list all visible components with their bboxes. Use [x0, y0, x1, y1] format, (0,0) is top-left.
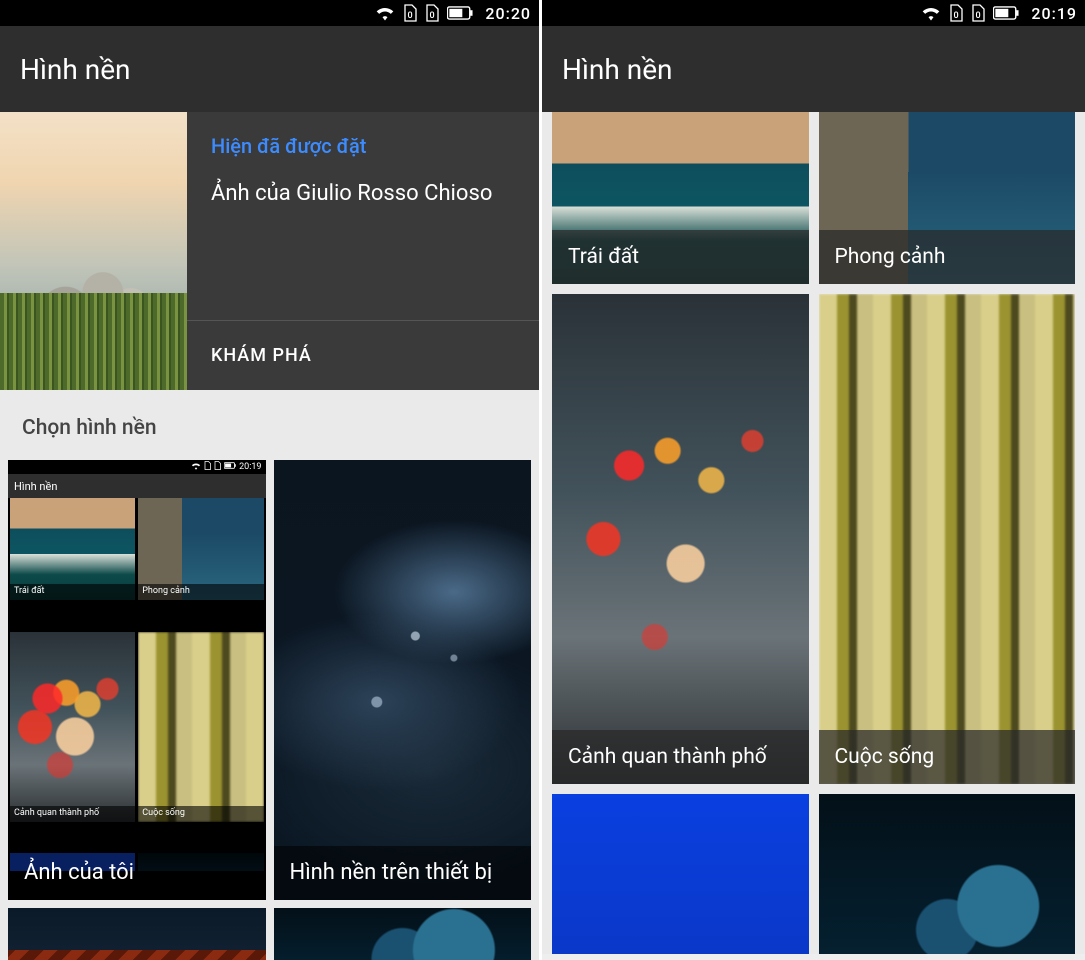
phone-screen-left: 0 0 20:20 Hình nền Hiện đã được đặt Ảnh … — [0, 0, 542, 960]
category-tile-life[interactable]: Cuộc sống — [819, 294, 1076, 784]
tile-device-wallpapers-label: Hình nền trên thiết bị — [274, 846, 532, 900]
status-bar: 0 0 20:19 — [542, 0, 1085, 26]
category-label: Phong cảnh — [819, 230, 1076, 284]
current-wallpaper-credit: Ảnh của Giulio Rosso Chioso — [211, 180, 515, 209]
mini-tile-scenery: Phong cảnh — [138, 584, 263, 600]
tile-peek-right[interactable] — [274, 908, 532, 960]
mini-status-bar: 20:19 — [8, 460, 266, 474]
mini-header-title: Hình nền — [14, 480, 57, 493]
page-title: Hình nền — [20, 53, 131, 86]
wifi-icon — [191, 462, 201, 473]
battery-icon — [224, 462, 236, 472]
battery-icon — [447, 6, 473, 20]
category-tile-solid[interactable] — [552, 794, 809, 954]
sim1-icon: 0 — [403, 4, 417, 22]
page-title: Hình nền — [562, 53, 673, 86]
tile-device-wallpapers[interactable]: Hình nền trên thiết bị — [274, 460, 532, 900]
category-label: Cảnh quan thành phố — [552, 730, 809, 784]
phone-screen-right: 0 0 20:19 Hình nền Trái đất Phong cảnh — [542, 0, 1085, 960]
wallpaper-source-grid: 20:19 Hình nền Trái đất Phong cảnh Cảnh … — [0, 460, 539, 960]
mini-header: Hình nền — [8, 474, 266, 498]
svg-text:0: 0 — [976, 11, 981, 21]
battery-icon — [993, 6, 1019, 20]
current-wallpaper-thumb[interactable] — [0, 112, 187, 390]
svg-text:0: 0 — [430, 11, 435, 21]
explore-button[interactable]: KHÁM PHÁ — [187, 320, 539, 390]
mini-category-grid: Trái đất Phong cảnh Cảnh quan thành phố … — [8, 498, 266, 900]
sim-icon — [204, 461, 211, 473]
wifi-icon — [375, 5, 395, 21]
svg-text:0: 0 — [408, 11, 413, 21]
sim1-icon: 0 — [949, 4, 963, 22]
category-label: Trái đất — [552, 230, 809, 284]
tile-my-photos[interactable]: 20:19 Hình nền Trái đất Phong cảnh Cảnh … — [8, 460, 266, 900]
sim2-icon: 0 — [425, 4, 439, 22]
category-tile-cityscape[interactable]: Cảnh quan thành phố — [552, 294, 809, 784]
tile-my-photos-label: Ảnh của tôi — [8, 846, 266, 900]
mini-tile-earth: Trái đất — [10, 584, 135, 600]
category-label: Cuộc sống — [819, 730, 1076, 784]
mini-status-time: 20:19 — [239, 462, 261, 472]
tile-peek-left[interactable] — [8, 908, 266, 960]
current-wallpaper-card: Hiện đã được đặt Ảnh của Giulio Rosso Ch… — [0, 112, 539, 390]
mini-tile-life: Cuộc sống — [138, 806, 263, 822]
app-header: Hình nền — [0, 26, 539, 112]
choose-wallpaper-heading: Chọn hình nền — [0, 390, 539, 460]
wifi-icon — [921, 5, 941, 21]
status-time: 20:19 — [1031, 4, 1077, 23]
currently-set-label: Hiện đã được đặt — [211, 134, 515, 158]
status-time: 20:20 — [485, 4, 531, 23]
category-tile-earth[interactable]: Trái đất — [552, 112, 809, 284]
category-tile-scenery[interactable]: Phong cảnh — [819, 112, 1076, 284]
sim-icon — [214, 461, 221, 473]
svg-text:0: 0 — [954, 11, 959, 21]
status-bar: 0 0 20:20 — [0, 0, 539, 26]
current-wallpaper-info: Hiện đã được đặt Ảnh của Giulio Rosso Ch… — [187, 112, 539, 390]
mini-tile-city: Cảnh quan thành phố — [10, 806, 135, 822]
category-tile-bubbles[interactable] — [819, 794, 1076, 954]
app-header: Hình nền — [542, 26, 1085, 112]
wallpaper-category-grid: Trái đất Phong cảnh Cảnh quan thành phố … — [542, 112, 1085, 954]
sim2-icon: 0 — [971, 4, 985, 22]
